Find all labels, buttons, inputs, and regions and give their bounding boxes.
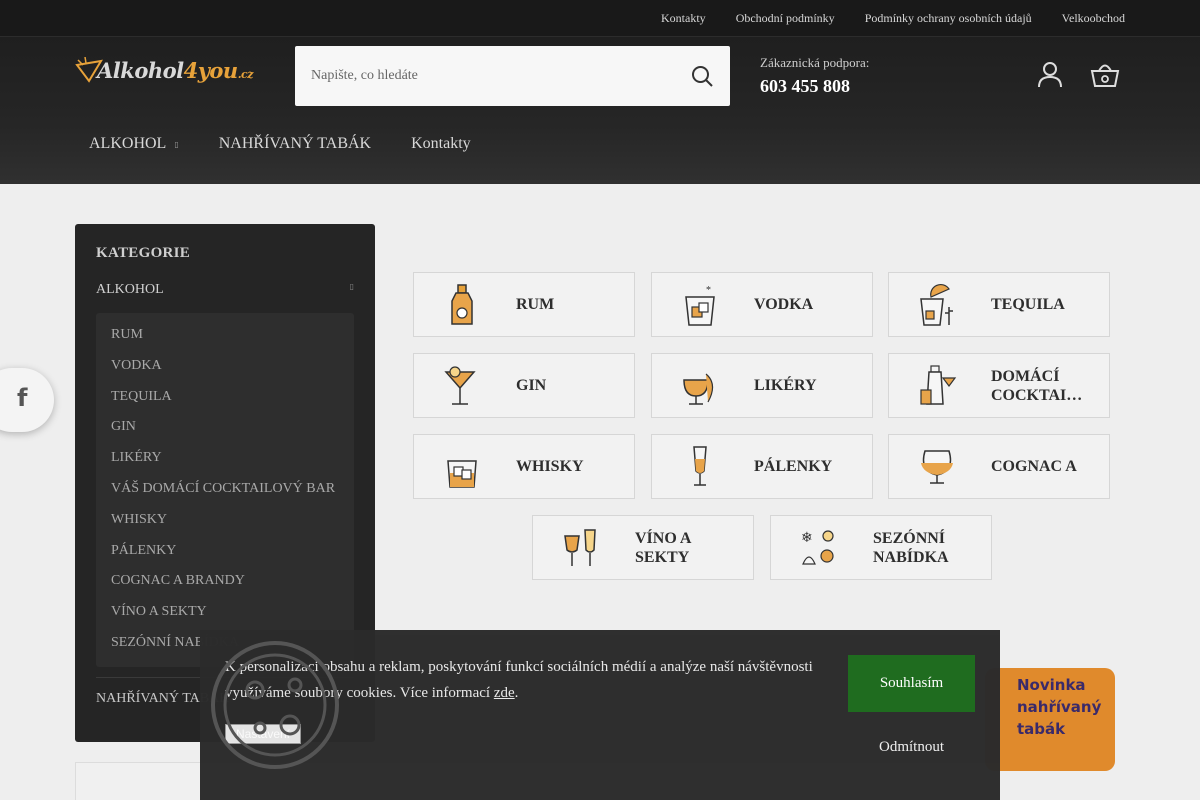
category-label: DOMÁCÍ COCKTAILOVÝ BAR (991, 367, 1083, 405)
nav-kontakty-label: Kontakty (411, 135, 471, 152)
top-link-velkoobchod[interactable]: Velkoobchod (1062, 11, 1125, 26)
logo-text: Alkohol4you.cz (97, 58, 253, 83)
sidebar-item-cocktail-bar[interactable]: VÁŠ DOMÁCÍ COCKTAILOVÝ BAR (111, 481, 354, 512)
category-tile-gin[interactable]: GIN (413, 353, 635, 418)
category-label-text: DOMÁCÍ COCKTAILOVÝ BAR (991, 367, 1083, 404)
palenka-glass-icon (693, 445, 707, 486)
sidebar-item-likery[interactable]: LIKÉRY (111, 450, 354, 481)
top-link-kontakty[interactable]: Kontakty (661, 11, 706, 26)
cookie-info-link[interactable]: zde (494, 685, 515, 701)
category-label: COGNAC A (991, 458, 1077, 475)
logo-tld: .cz (237, 68, 254, 81)
banner-line-3: tabák (1017, 720, 1066, 738)
svg-text:*: * (706, 285, 711, 296)
category-tile-whisky[interactable]: WHISKY (413, 434, 635, 499)
sidebar-item-whisky[interactable]: WHISKY (111, 512, 354, 543)
sidebar-alkohol-label: ALKOHOL (96, 282, 164, 297)
category-tile-vodka[interactable]: * VODKA (651, 272, 873, 337)
sidebar-item-alkohol[interactable]: ALKOHOL ▯ (96, 282, 354, 298)
sidebar-title: KATEGORIE (96, 245, 191, 261)
logo-main: Alkohol (97, 58, 184, 83)
cookie-icon (211, 641, 339, 769)
top-bar: Kontakty Obchodní podmínky Podmínky ochr… (0, 0, 1200, 37)
sidebar-item-cognac[interactable]: COGNAC A BRANDY (111, 573, 354, 604)
category-tile-tequila[interactable]: TEQUILA (888, 272, 1110, 337)
gin-cocktail-icon (444, 365, 476, 405)
whisky-glass-icon (447, 459, 477, 488)
category-label: VÍNO A SEKTY (635, 529, 691, 566)
category-label: LIKÉRY (754, 377, 817, 394)
top-link-ochrana-udaju[interactable]: Podmínky ochrany osobních údajů (865, 11, 1032, 26)
sidebar-item-rum[interactable]: RUM (111, 327, 354, 358)
sidebar-item-palenky[interactable]: PÁLENKY (111, 543, 354, 574)
category-tile-vino[interactable]: VÍNO A SEKTY (532, 515, 754, 580)
cookie-decline-button[interactable]: Odmítnout (848, 730, 975, 764)
logo-four: 4you (183, 58, 239, 83)
search-input[interactable] (311, 64, 671, 88)
sidebar-submenu: RUM VODKA TEQUILA GIN LIKÉRY VÁŠ DOMÁCÍ … (96, 313, 354, 667)
chevron-icon: ▯ (349, 282, 354, 291)
sidebar-item-vodka[interactable]: VODKA (111, 358, 354, 389)
sidebar-item-gin[interactable]: GIN (111, 419, 354, 450)
site-header: Alkohol4you.cz Zákaznická podpora: 603 4… (0, 37, 1200, 184)
tequila-icon (920, 283, 953, 326)
liqueur-icon (683, 373, 714, 405)
banner-line-2: nahřívaný (1017, 698, 1102, 716)
site-logo[interactable]: Alkohol4you.cz (75, 55, 260, 95)
category-tile-cocktail-bar[interactable]: DOMÁCÍ COCKTAILOVÝ BAR (888, 353, 1110, 418)
cocktail-shaker-icon (920, 364, 957, 405)
vodka-glass-icon: * (685, 285, 715, 326)
cookie-accept-button[interactable]: Souhlasím (848, 655, 975, 712)
category-label: RUM (516, 296, 555, 313)
nav-kontakty[interactable]: Kontakty (411, 135, 471, 153)
support-phone[interactable]: 603 455 808 (760, 76, 869, 97)
nav-alkohol-label: ALKOHOL (89, 135, 167, 152)
nav-nahrivany-tabak[interactable]: NAHŘÍVANÝ TABÁK (219, 135, 371, 153)
banner-line-1: Novinka (1017, 676, 1086, 694)
facebook-icon: f (17, 384, 28, 412)
user-icon[interactable] (1035, 59, 1065, 89)
category-label: WHISKY (516, 458, 584, 475)
category-tile-cognac[interactable]: COGNAC A (888, 434, 1110, 499)
cookie-text-end: . (514, 685, 519, 701)
svg-text:❄: ❄ (801, 531, 813, 546)
category-tile-sezonni[interactable]: ❄ SEZÓNNÍ NABÍDKA (770, 515, 992, 580)
category-label: VODKA (754, 296, 814, 313)
category-label: GIN (516, 377, 547, 394)
chevron-down-icon: ▯ (174, 139, 179, 149)
customer-support: Zákaznická podpora: 603 455 808 (760, 55, 869, 97)
top-links: Kontakty Obchodní podmínky Podmínky ochr… (661, 0, 1125, 37)
category-label: TEQUILA (991, 296, 1065, 313)
search-box (295, 46, 730, 106)
category-label: PÁLENKY (754, 458, 833, 475)
facebook-button[interactable]: f (0, 368, 54, 432)
seasonal-icon: ❄ (801, 529, 834, 565)
sidebar-item-tequila[interactable]: TEQUILA (111, 389, 354, 420)
category-label: SEZÓNNÍ NABÍDKA (873, 529, 949, 566)
nav-alkohol[interactable]: ALKOHOL ▯ (89, 135, 179, 153)
support-label: Zákaznická podpora: (760, 55, 870, 70)
category-tile-palenky[interactable]: PÁLENKY (651, 434, 873, 499)
basket-icon[interactable] (1090, 59, 1120, 89)
nav-nahrivany-label: NAHŘÍVANÝ TABÁK (218, 135, 372, 152)
banner-text: Novinka nahřívaný tabák (1017, 674, 1101, 740)
main-nav: ALKOHOL ▯ NAHŘÍVANÝ TABÁK Kontakty (89, 135, 471, 153)
promo-banner[interactable]: Novinka nahřívaný tabák (985, 668, 1115, 771)
cognac-glass-icon (921, 449, 953, 484)
wine-glasses-icon (564, 528, 596, 566)
search-icon[interactable] (690, 64, 714, 88)
rum-bottle-icon (451, 283, 473, 325)
category-tile-likery[interactable]: LIKÉRY (651, 353, 873, 418)
category-tile-rum[interactable]: RUM (413, 272, 635, 337)
top-link-obchodni-podminky[interactable]: Obchodní podmínky (736, 11, 835, 26)
